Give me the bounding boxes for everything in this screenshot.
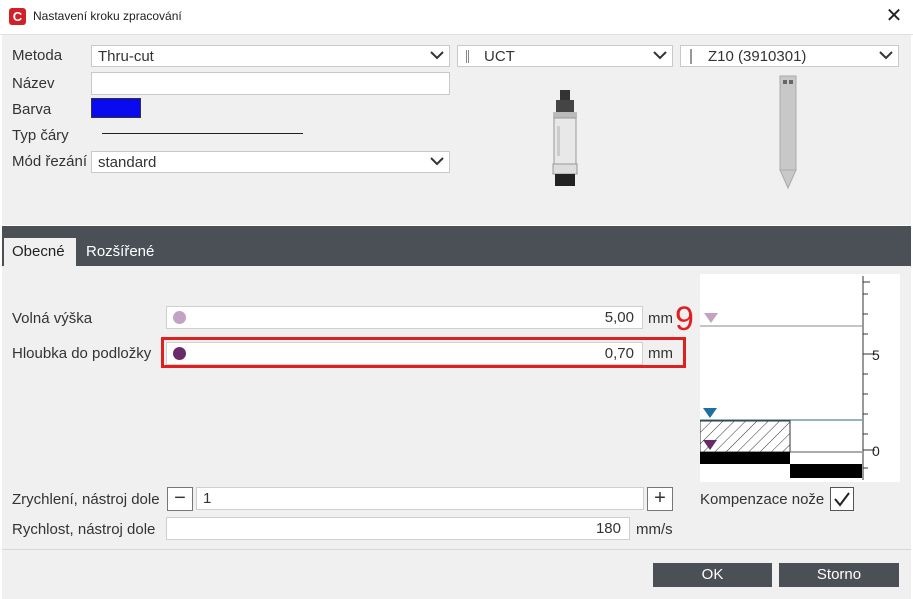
window-title: Nastavení kroku zpracování — [33, 9, 182, 23]
scale-label-5: 5 — [872, 347, 880, 363]
tool-value: UCT — [484, 48, 515, 65]
linetype-line[interactable] — [102, 133, 303, 134]
speed-unit: mm/s — [636, 521, 673, 538]
depth-label: Hloubka do podložky — [12, 345, 152, 362]
method-label: Metoda — [12, 47, 63, 64]
tool-image — [552, 90, 578, 186]
cutmode-label: Mód řezání — [12, 153, 88, 170]
chevron-down-icon — [430, 51, 444, 60]
knife-comp-checkbox[interactable] — [830, 487, 854, 511]
knife-comp-label: Kompenzace nože — [700, 491, 825, 508]
app-logo-icon: C — [9, 8, 26, 25]
method-dropdown[interactable]: Thru-cut — [91, 45, 450, 67]
color-label: Barva — [12, 101, 52, 118]
button-bar — [2, 549, 911, 599]
name-input[interactable] — [91, 72, 450, 95]
close-icon[interactable]: ✕ — [884, 5, 904, 27]
chevron-down-icon — [430, 157, 444, 166]
ok-button[interactable]: OK — [653, 563, 772, 587]
free-height-marker-icon — [173, 311, 186, 324]
free-height-unit: mm — [648, 310, 673, 327]
method-value: Thru-cut — [98, 48, 154, 65]
cancel-button[interactable]: Storno — [779, 563, 899, 587]
cutmode-value: standard — [98, 154, 157, 171]
tab-bar: Obecné Rozšířené — [2, 226, 911, 266]
name-label: Název — [12, 75, 55, 92]
chevron-down-icon — [653, 51, 667, 60]
accel-label: Zrychlení, nástroj dole — [12, 491, 160, 508]
tool-icon — [466, 50, 469, 63]
tab-general[interactable]: Obecné — [4, 238, 76, 266]
free-height-label: Volná výška — [12, 310, 93, 327]
decrement-button[interactable]: − — [167, 487, 193, 511]
speed-label: Rychlost, nástroj dole — [12, 521, 156, 538]
accel-field[interactable]: 1 — [196, 487, 644, 510]
knife-icon — [690, 49, 692, 64]
chevron-down-icon — [879, 51, 893, 60]
linetype-label: Typ čáry — [12, 127, 69, 144]
free-height-value: 5,00 — [604, 309, 634, 326]
cutmode-dropdown[interactable]: standard — [91, 151, 450, 173]
tool-dropdown[interactable]: UCT — [457, 45, 673, 67]
tab-advanced[interactable]: Rozšířené — [78, 238, 168, 266]
color-swatch[interactable] — [91, 98, 141, 118]
increment-button[interactable]: + — [647, 487, 673, 511]
knife-value: Z10 (3910301) — [708, 48, 807, 65]
speed-value: 180 — [595, 520, 621, 537]
highlight-box — [161, 337, 686, 368]
knife-image — [779, 75, 797, 190]
knife-dropdown[interactable]: Z10 (3910301) — [680, 45, 899, 67]
annotation-number: 9 — [675, 300, 694, 338]
accel-value: 1 — [203, 490, 212, 507]
scale-label-0: 0 — [872, 443, 880, 459]
free-height-field[interactable]: 5,00 — [166, 306, 643, 329]
title-bar: C Nastavení kroku zpracování ✕ — [0, 0, 913, 35]
checkmark-icon — [834, 492, 850, 507]
speed-field[interactable]: 180 — [166, 517, 630, 540]
depth-diagram: 5 0 — [700, 274, 900, 482]
